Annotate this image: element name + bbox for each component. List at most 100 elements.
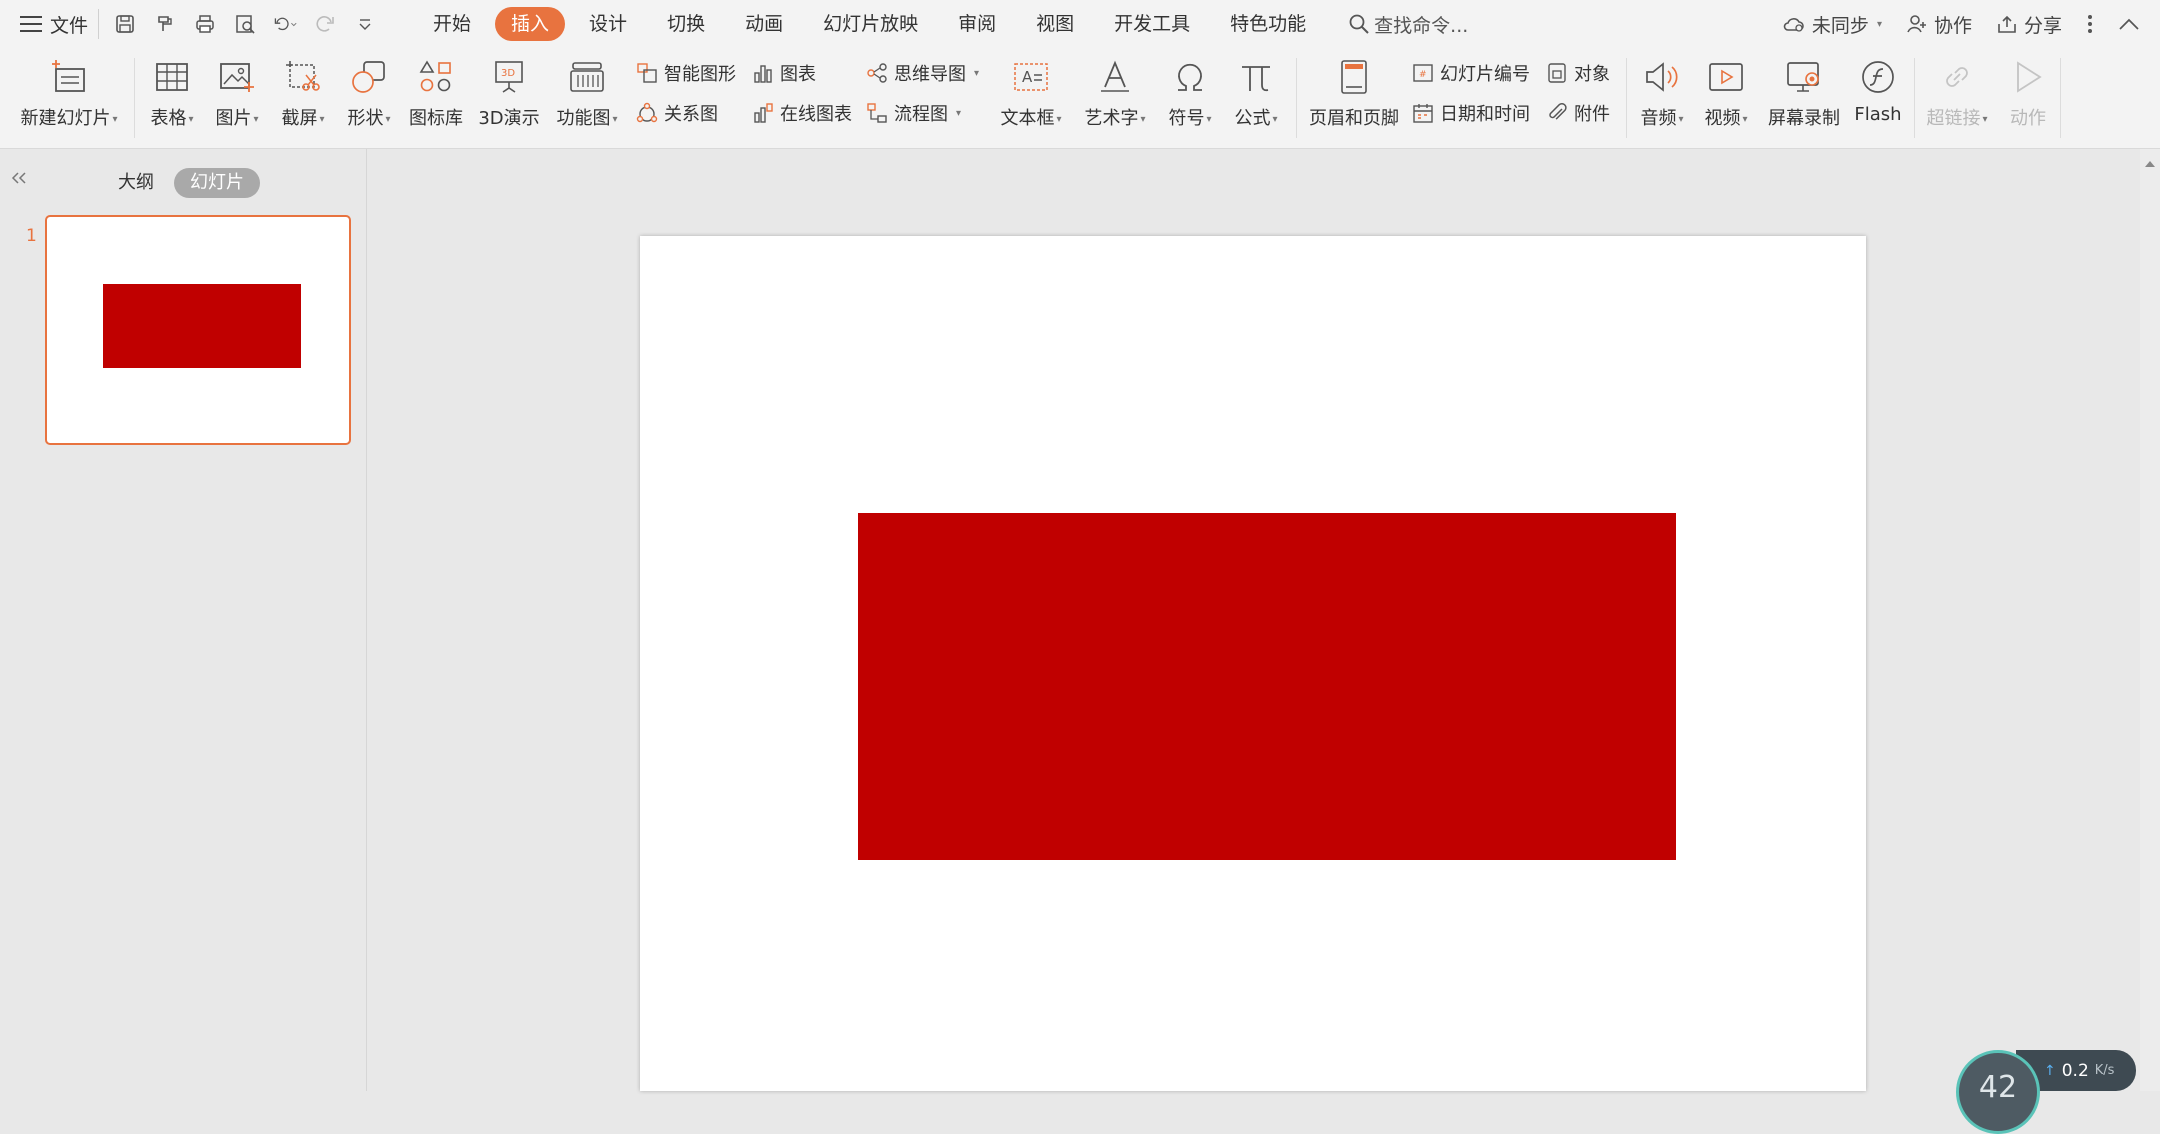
mind-map-icon	[866, 62, 888, 84]
redo-icon[interactable]	[313, 12, 337, 36]
search-icon	[1349, 14, 1369, 34]
online-chart-button[interactable]: 在线图表	[752, 100, 852, 126]
date-time-button[interactable]: 日期和时间	[1412, 100, 1530, 126]
object-button[interactable]: 对象	[1546, 60, 1610, 86]
divider	[1914, 58, 1915, 138]
ribbon-insert: 新建幻灯片 ▾ 表格 ▾ 图片 ▾ 截屏 ▾ 形状 ▾ 图标库 3D 3D演示 …	[0, 48, 2160, 149]
audio-button[interactable]: 音频 ▾	[1634, 48, 1690, 130]
picture-button[interactable]: 图片 ▾	[208, 48, 266, 130]
hyperlink-label: 超链接	[1926, 108, 1981, 129]
divider	[98, 9, 100, 39]
word-art-icon	[1092, 56, 1138, 98]
flash-label: Flash	[1854, 104, 1902, 125]
picture-icon	[214, 56, 260, 98]
mind-map-button[interactable]: 思维导图 ▾	[866, 60, 979, 86]
video-label: 视频	[1704, 108, 1741, 129]
divider	[1296, 58, 1297, 138]
table-button[interactable]: 表格 ▾	[144, 48, 200, 130]
online-chart-label: 在线图表	[780, 104, 852, 125]
customize-toolbar-icon[interactable]	[353, 12, 377, 36]
file-menu-button[interactable]: 文件	[20, 11, 88, 38]
formula-label: 公式	[1234, 108, 1271, 129]
red-rectangle-shape[interactable]	[858, 513, 1676, 860]
print-preview-icon[interactable]	[233, 12, 257, 36]
screen-record-button[interactable]: 屏幕录制	[1764, 48, 1844, 130]
icon-library-icon	[413, 56, 459, 98]
svg-text:3D: 3D	[501, 68, 515, 79]
undo-icon[interactable]	[273, 12, 297, 36]
smart-art-label: 智能图形	[664, 64, 736, 85]
object-icon	[1546, 62, 1568, 84]
collapse-ribbon-button[interactable]	[2118, 17, 2140, 31]
shape-button[interactable]: 形状 ▾	[340, 48, 398, 130]
symbol-button[interactable]: 符号 ▾	[1160, 48, 1220, 130]
upload-speed: 0.2	[2061, 1060, 2089, 1081]
smart-art-icon	[636, 62, 658, 84]
sync-status-button[interactable]: 未同步 ▾	[1782, 11, 1882, 38]
print-icon[interactable]	[193, 12, 217, 36]
screenshot-button[interactable]: 截屏 ▾	[274, 48, 332, 130]
command-search[interactable]: 查找命令...	[1348, 11, 1468, 38]
tab-design[interactable]: 设计	[569, 7, 647, 41]
vertical-scrollbar[interactable]	[2140, 149, 2160, 1091]
tab-home[interactable]: 开始	[413, 7, 491, 41]
ribbon-tabs: 开始 插入 设计 切换 动画 幻灯片放映 审阅 视图 开发工具 特色功能	[413, 7, 1326, 41]
tab-slides[interactable]: 幻灯片	[174, 168, 260, 198]
tab-special-features[interactable]: 特色功能	[1210, 7, 1326, 41]
slide-number-button[interactable]: # 幻灯片编号	[1412, 60, 1530, 86]
network-speed-widget[interactable]: ↑ 0.2 K/s 42	[1956, 1050, 2136, 1134]
omega-icon	[1167, 56, 1213, 98]
save-icon[interactable]	[113, 12, 137, 36]
chevron-down-icon: ▾	[1678, 113, 1684, 125]
chart-label: 图表	[780, 64, 816, 85]
flash-button[interactable]: Flash	[1850, 48, 1906, 125]
cloud-icon	[1783, 18, 1804, 32]
slide-number: 1	[26, 226, 37, 246]
more-options-button[interactable]	[2086, 13, 2094, 35]
icon-library-button[interactable]: 图标库	[406, 48, 466, 130]
video-button[interactable]: 视频 ▾	[1698, 48, 1754, 130]
header-footer-icon	[1331, 56, 1377, 98]
flowchart-icon	[866, 102, 888, 124]
action-button[interactable]: 动作	[2000, 48, 2056, 130]
3d-demo-label: 3D演示	[478, 108, 540, 129]
tab-slideshow[interactable]: 幻灯片放映	[803, 7, 938, 41]
tab-developer[interactable]: 开发工具	[1094, 7, 1210, 41]
tab-transitions[interactable]: 切换	[647, 7, 725, 41]
header-footer-button[interactable]: 页眉和页脚	[1306, 48, 1402, 130]
word-art-button[interactable]: 艺术字 ▾	[1080, 48, 1150, 130]
relation-chart-button[interactable]: 关系图	[636, 100, 718, 126]
collaborate-button[interactable]: 协作	[1906, 11, 1972, 38]
video-icon	[1703, 56, 1749, 98]
attachment-button[interactable]: 附件	[1546, 100, 1610, 126]
3d-presentation-icon: 3D	[486, 56, 532, 98]
tab-outline[interactable]: 大纲	[118, 168, 154, 198]
header-footer-label: 页眉和页脚	[1309, 108, 1399, 129]
share-button[interactable]: 分享	[1996, 11, 2062, 38]
collapse-panel-icon[interactable]	[10, 169, 28, 190]
chart-button[interactable]: 图表	[752, 60, 816, 86]
3d-demo-button[interactable]: 3D 3D演示	[474, 48, 544, 130]
tab-animations[interactable]: 动画	[725, 7, 803, 41]
new-slide-label: 新建幻灯片	[20, 108, 111, 129]
tab-review[interactable]: 审阅	[938, 7, 1016, 41]
flowchart-button[interactable]: 流程图 ▾	[866, 100, 961, 126]
function-chart-button[interactable]: 功能图 ▾	[552, 48, 622, 130]
tab-insert[interactable]: 插入	[495, 7, 566, 41]
formula-button[interactable]: 公式 ▾	[1226, 48, 1286, 130]
slide-thumbnail[interactable]	[45, 215, 351, 445]
chevron-down-icon: ▾	[956, 107, 962, 119]
flash-icon	[1855, 56, 1901, 98]
chevron-down-icon: ▾	[974, 67, 980, 79]
scroll-up-icon[interactable]	[2145, 161, 2155, 167]
text-box-button[interactable]: A 文本框 ▾	[996, 48, 1066, 130]
screen-record-label: 屏幕录制	[1768, 108, 1840, 129]
speaker-icon	[1639, 56, 1685, 98]
flowchart-label: 流程图	[894, 104, 948, 125]
icon-library-label: 图标库	[409, 108, 463, 129]
tab-view[interactable]: 视图	[1016, 7, 1094, 41]
new-slide-button[interactable]: 新建幻灯片 ▾	[16, 48, 122, 130]
format-painter-icon[interactable]	[153, 12, 177, 36]
smart-art-button[interactable]: 智能图形	[636, 60, 736, 86]
hyperlink-button[interactable]: 超链接 ▾	[1920, 48, 1994, 130]
